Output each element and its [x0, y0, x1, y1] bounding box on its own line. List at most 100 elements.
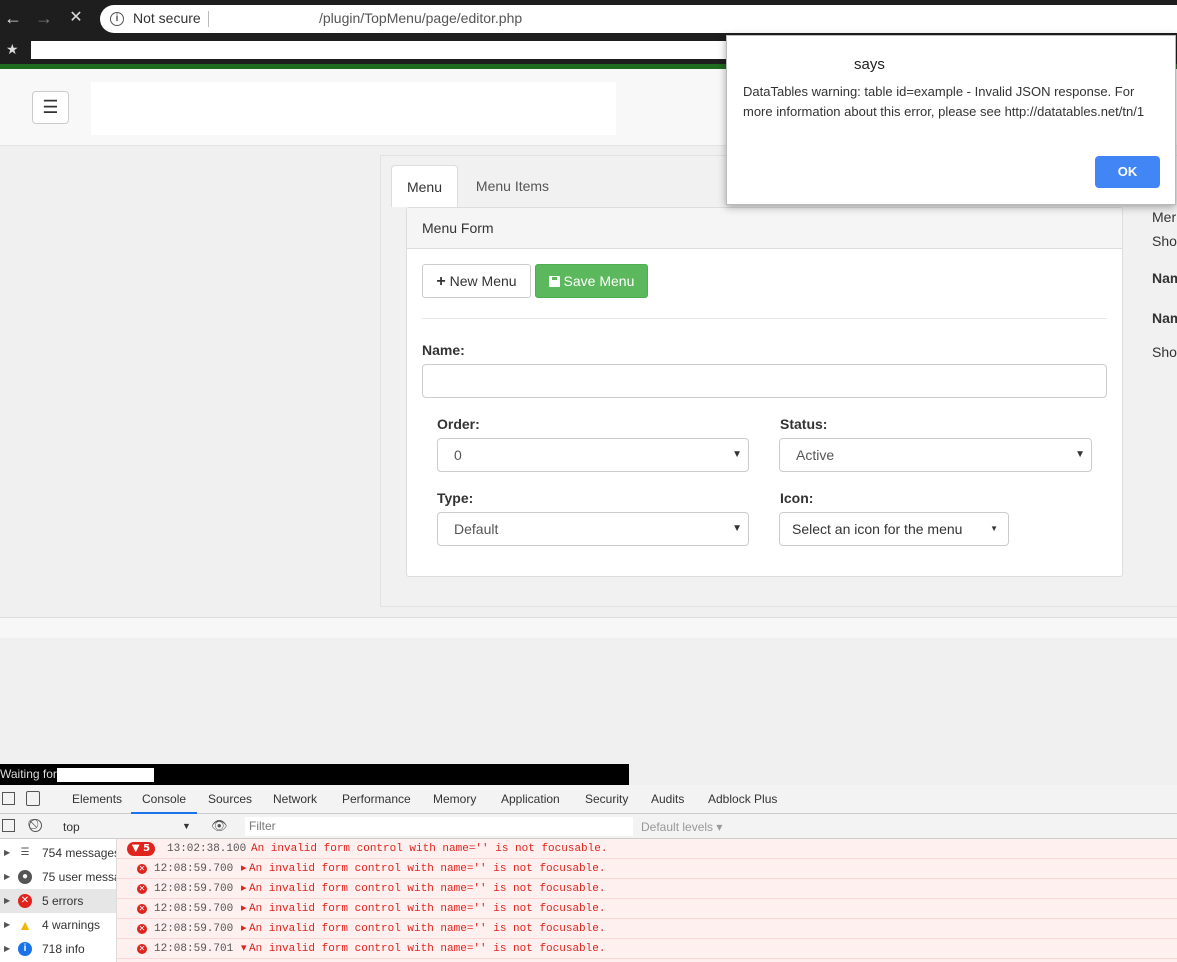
browser-toolbar: ← → ✕ i Not secure /plugin/TopMenu/page/… — [0, 0, 1177, 38]
hamburger-menu-icon[interactable]: ☰ — [32, 91, 69, 124]
url-text[interactable]: /plugin/TopMenu/page/editor.php — [319, 10, 522, 26]
devtools-tab-performance[interactable]: Performance — [342, 792, 411, 806]
devtools-tab-network[interactable]: Network — [273, 792, 317, 806]
tab-menu-items[interactable]: Menu Items — [464, 165, 561, 207]
chevron-down-icon: ▼ — [1075, 449, 1085, 460]
form-title: Menu Form — [422, 220, 494, 236]
icon-picker[interactable]: Select an icon for the menu ▼ — [779, 512, 1009, 546]
devtools-tab-sources[interactable]: Sources — [208, 792, 252, 806]
console-toolbar: ⃠ top ▼ 👁 Filter Default levels ▾ — [0, 814, 1177, 839]
expand-triangle-icon[interactable]: ▶ — [4, 913, 10, 937]
devtools-tab-application[interactable]: Application — [501, 792, 560, 806]
back-icon[interactable]: ← — [3, 8, 23, 28]
icon-picker-value: Select an icon for the menu — [792, 521, 963, 537]
console-sidebar: ▶ ☰ 754 messages ▶ ● 75 user messages ▶ … — [0, 839, 117, 962]
device-toolbar-icon[interactable] — [26, 791, 40, 806]
devtools-tab-memory[interactable]: Memory — [433, 792, 476, 806]
console-error-row[interactable]: ✕ 12:08:59.700 ▸ An invalid form control… — [117, 859, 1177, 879]
security-label: Not secure — [133, 10, 201, 26]
expand-triangle-icon[interactable]: ▸ — [241, 919, 247, 939]
user-icon: ● — [18, 870, 32, 884]
info-icon[interactable]: i — [110, 12, 124, 26]
type-value: Default — [454, 521, 499, 537]
error-icon: ✕ — [137, 884, 147, 894]
page-background — [0, 638, 1177, 764]
status-bar: Waiting for — [0, 764, 629, 785]
expand-triangle-icon[interactable]: ▸ — [241, 879, 247, 899]
error-icon: ✕ — [137, 944, 147, 954]
error-icon: ✕ — [137, 864, 147, 874]
devtools-tab-audits[interactable]: Audits — [651, 792, 684, 806]
devtools-tab-adblock[interactable]: Adblock Plus — [708, 792, 777, 806]
error-icon: ✕ — [137, 904, 147, 914]
chevron-down-icon: ▼ — [182, 821, 191, 831]
address-bar[interactable]: i Not secure /plugin/TopMenu/page/editor… — [100, 5, 1177, 33]
log-message: An invalid form control with name='' is … — [249, 883, 606, 895]
sidebar-toggle-icon[interactable] — [2, 819, 15, 832]
devtools-tab-elements[interactable]: Elements — [72, 792, 122, 806]
console-filter-input[interactable]: Filter — [245, 817, 633, 836]
star-icon[interactable]: ★ — [6, 41, 19, 58]
error-icon: ✕ — [137, 924, 147, 934]
expand-triangle-icon[interactable]: ▶ — [4, 865, 10, 889]
address-separator — [208, 11, 209, 27]
log-levels-dropdown[interactable]: Default levels ▾ — [641, 820, 722, 834]
devtools-tab-console[interactable]: Console — [131, 792, 198, 814]
sidebar-item-label: 5 errors — [42, 894, 84, 908]
status-label: Status: — [780, 416, 828, 432]
right-column-label: Nam — [1152, 310, 1177, 326]
type-label: Type: — [437, 490, 474, 506]
order-value: 0 — [454, 447, 462, 463]
expand-triangle-icon[interactable]: ▸ — [241, 899, 247, 919]
status-select[interactable]: Active ▼ — [779, 438, 1092, 472]
sidebar-item-messages[interactable]: ▶ ☰ 754 messages — [0, 841, 116, 865]
collapse-triangle-icon[interactable]: ▾ — [241, 939, 247, 959]
expand-triangle-icon[interactable]: ▶ — [4, 937, 10, 961]
console-error-row[interactable]: ✕ 12:08:59.700 ▸ An invalid form control… — [117, 879, 1177, 899]
console-error-row[interactable]: ✕ 12:08:59.700 ▸ An invalid form control… — [117, 919, 1177, 939]
order-select[interactable]: 0 ▼ — [437, 438, 749, 472]
sidebar-item-user-messages[interactable]: ▶ ● 75 user messages — [0, 865, 116, 889]
expand-triangle-icon[interactable]: ▶ — [4, 889, 10, 913]
tab-menu[interactable]: Menu — [391, 165, 458, 207]
status-value: Active — [796, 447, 835, 463]
devtools-tab-security[interactable]: Security — [585, 792, 628, 806]
right-column-text: Sho — [1152, 233, 1177, 249]
name-input[interactable] — [422, 364, 1107, 398]
forward-icon[interactable]: → — [34, 8, 54, 28]
context-selector[interactable]: top — [63, 820, 80, 834]
chevron-down-icon: ▼ — [732, 523, 742, 534]
right-column-label: Nam — [1152, 270, 1177, 286]
console-error-row[interactable]: ✕ 12:08:59.701 ▾ An invalid form control… — [117, 939, 1177, 959]
new-menu-button[interactable]: + New Menu — [422, 264, 531, 298]
name-label: Name: — [422, 342, 465, 358]
save-menu-button[interactable]: Save Menu — [535, 264, 648, 298]
site-footer — [0, 618, 1177, 638]
sidebar-item-errors[interactable]: ▶ ✕ 5 errors — [0, 889, 116, 913]
expand-triangle-icon[interactable]: ▶ — [4, 841, 10, 865]
floppy-disk-icon — [548, 276, 560, 287]
log-message: An invalid form control with name='' is … — [249, 943, 606, 955]
eye-icon[interactable]: 👁 — [211, 818, 228, 834]
sidebar-item-label: 754 messages — [42, 846, 116, 860]
clear-console-icon[interactable]: ⃠ — [29, 819, 42, 832]
log-timestamp: 13:02:38.100 — [167, 843, 247, 855]
inspect-element-icon[interactable] — [2, 792, 15, 805]
expand-triangle-icon[interactable]: ▸ — [241, 859, 247, 879]
dialog-ok-button[interactable]: OK — [1095, 156, 1160, 188]
type-select[interactable]: Default ▼ — [437, 512, 749, 546]
log-message: An invalid form control with name='' is … — [251, 843, 608, 855]
sidebar-item-label: 75 user messages — [42, 870, 116, 884]
log-message: An invalid form control with name='' is … — [249, 863, 606, 875]
console-group-row[interactable]: ▼ 5 13:02:38.100 An invalid form control… — [117, 839, 1177, 859]
sidebar-item-info[interactable]: ▶ i 718 info — [0, 937, 116, 961]
log-message: An invalid form control with name='' is … — [249, 903, 606, 915]
right-column-text: Sho — [1152, 344, 1177, 360]
error-count-badge: ▼ 5 — [127, 842, 155, 856]
stop-loading-icon[interactable]: ✕ — [66, 8, 86, 28]
new-menu-label: New Menu — [449, 273, 517, 289]
sidebar-item-warnings[interactable]: ▶ ▲ 4 warnings — [0, 913, 116, 937]
form-header: Menu Form — [407, 208, 1122, 249]
bookmarks-redacted — [31, 41, 731, 59]
console-error-row[interactable]: ✕ 12:08:59.700 ▸ An invalid form control… — [117, 899, 1177, 919]
